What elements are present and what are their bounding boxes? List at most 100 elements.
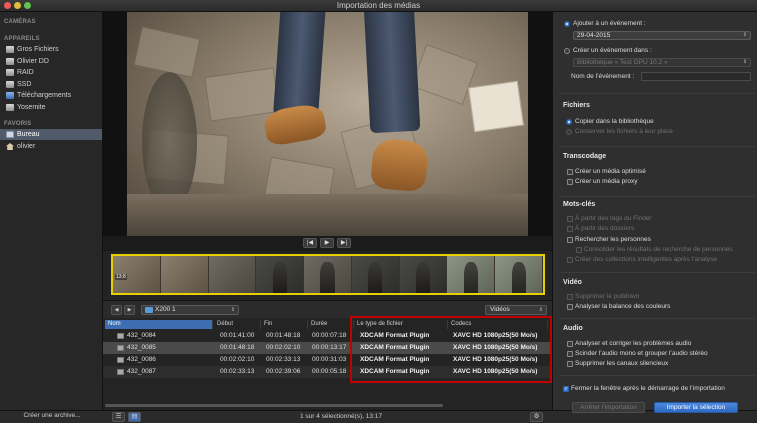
- popup-arrows-icon: ⇕: [742, 32, 747, 38]
- disk-icon: [6, 58, 14, 65]
- title-bar: Importation des médias: [0, 0, 757, 12]
- sidebar-item-label: Téléchargements: [17, 92, 72, 99]
- library-popup[interactable]: Bibliothèque « Test GPU 10.2 » ⇕: [573, 58, 751, 67]
- filmstrip-view-icon[interactable]: ▤: [128, 412, 141, 422]
- settings-icon[interactable]: ⚙: [530, 412, 543, 422]
- video-preview: [127, 12, 528, 236]
- remove-pulldown-checkbox[interactable]: [567, 294, 573, 300]
- cell-start: 00:01:48:18: [220, 344, 255, 351]
- finder-tags-checkbox[interactable]: [567, 216, 573, 222]
- keep-in-place-label: Conserver les fichiers à leur place: [575, 128, 673, 135]
- cell-type: XDCAM Format Plugin: [360, 344, 430, 351]
- consolidate-people-checkbox[interactable]: [576, 247, 582, 253]
- sidebar-item-yosemite[interactable]: Yosemite: [0, 102, 102, 113]
- cell-name: 432_0085: [127, 344, 156, 351]
- filmstrip-frame: [160, 256, 209, 293]
- horizontal-scrollbar[interactable]: [105, 404, 443, 407]
- folder-popup[interactable]: X200 1 ⇕: [141, 305, 239, 315]
- add-to-event-label: Ajouter à un événement :: [573, 20, 646, 27]
- sidebar-item-olivier[interactable]: olivier: [0, 141, 102, 152]
- smart-collections-checkbox[interactable]: [567, 257, 573, 263]
- separator: [559, 146, 755, 147]
- column-header-codecs[interactable]: Codecs: [448, 320, 548, 329]
- cell-name: 432_0087: [127, 368, 156, 375]
- disk-icon: [6, 92, 14, 99]
- next-frame-button[interactable]: ▶|: [337, 238, 351, 248]
- column-header-start[interactable]: Début: [214, 320, 261, 329]
- create-event-radio[interactable]: [564, 48, 570, 54]
- column-header-duration[interactable]: Durée: [308, 320, 354, 329]
- sidebar-item-telechargements[interactable]: Téléchargements: [0, 90, 102, 101]
- cell-end: 00:01:48:18: [266, 332, 301, 339]
- selection-status: 1 sur 4 sélectionné(s), 13:17: [300, 413, 383, 420]
- find-people-checkbox[interactable]: [567, 237, 573, 243]
- cell-codec: XAVC HD 1080p25(50 Mo/s): [453, 356, 538, 363]
- media-filter-popup[interactable]: Vidéos ⇕: [485, 305, 547, 315]
- sidebar-item-label: Yosemite: [17, 104, 46, 111]
- popup-arrows-icon: ⇕: [742, 59, 747, 65]
- clip-icon: [117, 333, 124, 339]
- keep-in-place-radio[interactable]: [566, 129, 572, 135]
- forward-button[interactable]: ▶: [124, 305, 135, 315]
- sidebar-item-label: SSD: [17, 81, 32, 88]
- import-selection-button[interactable]: Importer la sélection: [654, 402, 738, 413]
- table-row[interactable]: 432_0085 00:01:48:18 00:02:02:10 00:00:1…: [103, 342, 552, 354]
- cell-type: XDCAM Format Plugin: [360, 332, 430, 339]
- column-header-type[interactable]: Le type de fichier: [354, 320, 448, 329]
- cell-end: 00:02:02:10: [266, 344, 301, 351]
- filmstrip-frame: [351, 256, 400, 293]
- cell-end: 00:02:39:06: [266, 368, 301, 375]
- table-row[interactable]: 432_0084 00:01:41:00 00:01:48:18 00:00:0…: [103, 330, 552, 342]
- create-optimized-checkbox[interactable]: [567, 169, 573, 175]
- create-archive-button[interactable]: Créer une archive...: [18, 412, 86, 422]
- event-popup[interactable]: 29-04-2015 ⇕: [573, 31, 751, 40]
- remove-silent-checkbox[interactable]: [567, 361, 573, 367]
- table-row[interactable]: 432_0086 00:02:02:10 00:02:33:13 00:00:3…: [103, 354, 552, 366]
- sidebar-item-gros-fichiers[interactable]: Gros Fichiers: [0, 44, 102, 55]
- filmstrip[interactable]: 13:8: [111, 254, 545, 295]
- list-view-icon[interactable]: ☰: [112, 412, 125, 422]
- play-button[interactable]: ▶: [320, 238, 334, 248]
- cell-end: 00:02:33:13: [266, 356, 301, 363]
- event-popup-value: 29-04-2015: [577, 32, 611, 39]
- copy-to-library-radio[interactable]: [566, 119, 572, 125]
- sidebar-item-raid[interactable]: RAID: [0, 67, 102, 78]
- remove-pulldown-label: Supprimer le pulldown: [575, 293, 640, 300]
- keywords-header: Mots-clés: [563, 201, 596, 208]
- find-people-label: Rechercher les personnes: [575, 236, 651, 243]
- create-proxy-checkbox[interactable]: [567, 179, 573, 185]
- cell-type: XDCAM Format Plugin: [360, 356, 430, 363]
- transcode-header: Transcodage: [563, 153, 607, 160]
- viewer-left-margin: [103, 12, 127, 236]
- sidebar-item-ssd[interactable]: SSD: [0, 79, 102, 90]
- split-mono-checkbox[interactable]: [567, 351, 573, 357]
- event-name-field[interactable]: [641, 72, 751, 81]
- devices-header: APPAREILS: [4, 36, 40, 42]
- cell-start: 00:02:02:10: [220, 356, 255, 363]
- previous-frame-button[interactable]: |◀: [303, 238, 317, 248]
- event-name-label: Nom de l’événement :: [571, 73, 635, 80]
- fix-audio-checkbox[interactable]: [567, 341, 573, 347]
- cell-duration: 00:00:31:03: [312, 356, 347, 363]
- back-button[interactable]: ◀: [111, 305, 122, 315]
- sidebar-item-bureau[interactable]: Bureau: [0, 129, 102, 140]
- consolidate-people-label: Consolider les résultats de recherche de…: [584, 246, 733, 253]
- from-folders-label: À partir des dossiers: [575, 225, 635, 232]
- analyze-color-checkbox[interactable]: [567, 304, 573, 310]
- add-to-event-radio[interactable]: [564, 21, 570, 27]
- disk-icon: [6, 69, 14, 76]
- finder-tags-label: À partir des tags du Finder: [575, 215, 652, 222]
- fix-audio-label: Analyser et corriger les problèmes audio: [575, 340, 692, 347]
- stop-import-button[interactable]: Arrêter l’importation: [572, 402, 645, 413]
- close-window-checkbox[interactable]: ✓: [563, 386, 569, 392]
- separator: [559, 196, 755, 197]
- from-folders-checkbox[interactable]: [567, 226, 573, 232]
- import-options-panel: Ajouter à un événement : 29-04-2015 ⇕ Cr…: [552, 12, 757, 413]
- sidebar-item-olivier-dd[interactable]: Olivier DD: [0, 56, 102, 67]
- create-optimized-label: Créer un média optimisé: [575, 168, 646, 175]
- filmstrip-timecode: 13:8: [115, 274, 127, 280]
- table-row[interactable]: 432_0087 00:02:33:13 00:02:39:06 00:00:0…: [103, 366, 552, 378]
- column-header-name[interactable]: Nom: [105, 320, 213, 329]
- cell-start: 00:01:41:00: [220, 332, 255, 339]
- column-header-end[interactable]: Fin: [261, 320, 308, 329]
